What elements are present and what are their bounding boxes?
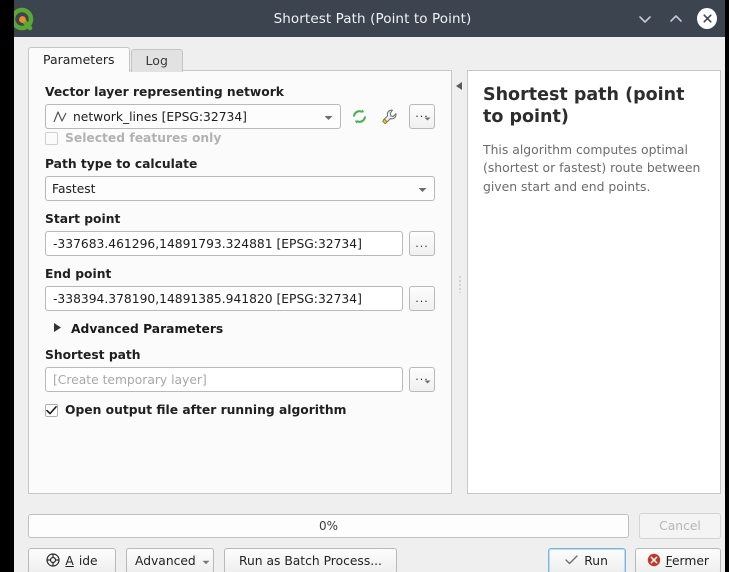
close-red-icon [647,553,661,570]
start-point-more-button[interactable]: ... [409,231,435,256]
end-point-row: -338394.378190,14891385.941820 [EPSG:327… [45,286,435,311]
chevron-down-icon [424,111,431,124]
triangle-left-icon[interactable] [455,80,463,94]
lifebuoy-help-icon [46,553,60,570]
help-button-label-rest: ide [79,554,98,568]
chevron-up-icon[interactable] [666,9,686,29]
end-point-more-label: ... [415,292,429,305]
shortest-path-output-more-button[interactable]: ... [409,367,435,392]
chevron-down-icon[interactable] [635,9,655,29]
start-point-label: Start point [45,212,435,226]
panel-splitter[interactable] [454,70,466,494]
wrench-icon[interactable] [377,105,403,129]
vector-layer-value: network_lines [EPSG:32734] [73,110,247,124]
run-button[interactable]: Run [548,548,626,572]
open-output-row[interactable]: Open output file after running algorithm [45,403,435,417]
path-type-row: Fastest [45,176,435,201]
help-panel: Shortest path (point to point) This algo… [467,70,721,494]
vector-layer-combo[interactable]: network_lines [EPSG:32734] [45,104,341,129]
run-as-batch-button[interactable]: Run as Batch Process... [224,548,397,572]
help-button-accel: A [65,554,73,568]
open-output-label: Open output file after running algorithm [65,403,346,417]
path-type-combo[interactable]: Fastest [45,176,435,201]
title-bar: Shortest Path (Point to Point) [14,0,725,37]
shortest-path-output-row: [Create temporary layer] ... [45,367,435,392]
end-point-input[interactable]: -338394.378190,14891385.941820 [EPSG:327… [45,286,403,311]
progress-bar: 0% [28,514,629,538]
selected-features-only-label: Selected features only [65,131,221,145]
advanced-parameters-label: Advanced Parameters [71,322,223,336]
advanced-parameters-toggle[interactable]: Advanced Parameters [53,322,435,336]
close-button[interactable]: Fermer [635,548,721,572]
tab-log[interactable]: Log [131,49,183,72]
help-title: Shortest path (point to point) [483,85,705,129]
tab-bar: Parameters Log [28,47,184,72]
vector-layer-row: network_lines [EPSG:32734] [45,104,435,129]
help-button[interactable]: Aide [28,548,116,572]
open-output-checkbox[interactable] [45,404,58,417]
close-button-label-rest: ermer [672,554,709,568]
advanced-button[interactable]: Advanced [126,548,214,572]
start-point-more-label: ... [415,237,429,250]
check-icon [565,554,578,568]
vector-layer-label: Vector layer representing network [45,85,435,99]
line-layer-icon [52,110,68,124]
dialog-body: Parameters Log Vector layer representing… [14,37,725,572]
path-type-value: Fastest [52,182,96,196]
chevron-down-icon [324,110,333,124]
path-type-label: Path type to calculate [45,157,435,171]
end-point-label: End point [45,267,435,281]
chevron-down-icon [202,554,210,568]
window-controls [635,0,717,37]
shortest-path-output-label: Shortest path [45,348,435,362]
progress-row: 0% Cancel [28,513,721,539]
vector-layer-more-button[interactable]: ... [409,104,435,129]
splitter-grip[interactable] [459,275,461,293]
start-point-row: -337683.461296,14891793.324881 [EPSG:327… [45,231,435,256]
cancel-button[interactable]: Cancel [639,513,721,539]
shortest-path-output-input[interactable]: [Create temporary layer] [45,367,403,392]
help-body: This algorithm computes optimal (shortes… [483,141,705,197]
chevron-down-icon [418,182,427,196]
start-point-input[interactable]: -337683.461296,14891793.324881 [EPSG:327… [45,231,403,256]
button-bar: Aide Advanced Run as Batch Process... Ru… [28,548,721,572]
end-point-more-button[interactable]: ... [409,286,435,311]
qgis-logo-icon [14,5,36,33]
run-button-label: Run [584,554,608,568]
window-title: Shortest Path (Point to Point) [14,11,725,27]
advanced-button-label: Advanced [135,554,196,568]
chevron-down-icon [424,374,431,387]
tab-parameters[interactable]: Parameters [28,47,130,72]
dialog-window: Shortest Path (Point to Point) [14,0,729,572]
selected-features-only-row[interactable]: Selected features only [45,131,435,145]
refresh-icon[interactable] [346,105,372,129]
parameters-panel: Vector layer representing network networ… [28,70,452,494]
selected-features-only-checkbox[interactable] [45,132,58,145]
close-circle-icon[interactable] [697,9,717,29]
triangle-right-icon [53,322,62,336]
